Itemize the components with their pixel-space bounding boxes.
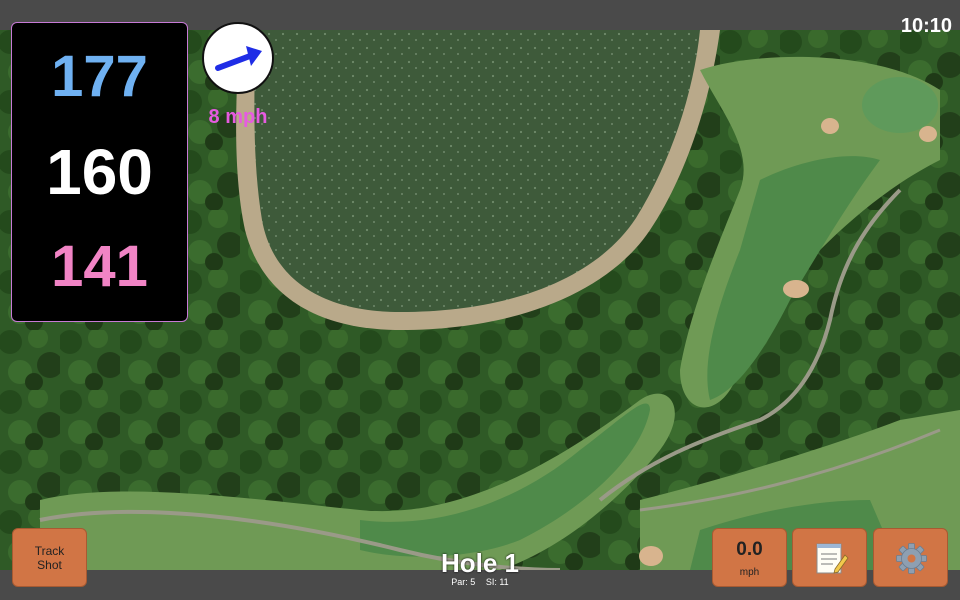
track-shot-button[interactable]: Track Shot xyxy=(12,528,87,587)
speed-button[interactable]: 0.0 mph xyxy=(712,528,787,587)
clock: 10:10 xyxy=(900,15,952,37)
middle-distance: 160 xyxy=(46,136,153,208)
gear-icon xyxy=(896,543,927,574)
back-distance: 177 xyxy=(51,44,148,109)
settings-button[interactable] xyxy=(873,528,948,587)
distance-panel: 177 160 141 xyxy=(11,22,188,322)
notepad-icon xyxy=(816,543,849,574)
hole-info: Par: 5 SI: 11 xyxy=(380,577,580,587)
speed-unit: mph xyxy=(739,567,760,578)
wind-speed-label: 8 mph xyxy=(208,106,268,128)
stroke-index-label: SI: 11 xyxy=(485,577,509,587)
wind-indicator xyxy=(202,22,274,94)
hole-title: Hole 1 xyxy=(440,548,520,578)
wind-arrow-icon xyxy=(215,46,262,71)
speed-value: 0.0 xyxy=(736,539,763,560)
track-shot-label: Track Shot xyxy=(34,543,65,572)
front-distance: 141 xyxy=(51,234,148,299)
notes-button[interactable] xyxy=(792,528,867,587)
par-label: Par: 5 xyxy=(451,577,476,587)
